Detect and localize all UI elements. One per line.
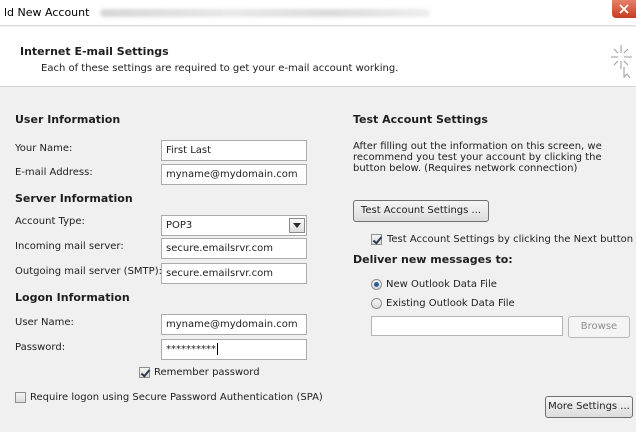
- more-settings-button[interactable]: More Settings ...: [545, 396, 633, 418]
- close-icon: [619, 4, 629, 14]
- password-input[interactable]: **********: [161, 339, 307, 360]
- password-label: Password:: [15, 342, 66, 353]
- browse-button[interactable]: Browse: [568, 316, 630, 338]
- require-spa-label: Require logon using Secure Password Auth…: [30, 392, 323, 403]
- outgoing-server-input[interactable]: secure.emailsrvr.com: [161, 263, 307, 284]
- remember-password-label: Remember password: [154, 367, 260, 378]
- password-masked-value: **********: [166, 344, 216, 355]
- user-information-heading: User Information: [15, 113, 121, 126]
- user-name-label: User Name:: [15, 317, 74, 328]
- logon-information-heading: Logon Information: [15, 291, 130, 304]
- account-type-value: POP3: [166, 220, 193, 231]
- data-file-path-input[interactable]: [371, 316, 563, 336]
- text-caret: [217, 343, 218, 355]
- settings-sparkle-icon: [611, 45, 632, 79]
- page-title: Internet E-mail Settings: [20, 45, 169, 58]
- user-name-input[interactable]: myname@mydomain.com: [161, 314, 307, 335]
- account-type-dropdown-button[interactable]: [289, 218, 305, 233]
- require-spa-checkbox[interactable]: [15, 392, 26, 403]
- your-name-input[interactable]: First Last: [161, 140, 307, 161]
- blurred-title-region: [100, 9, 430, 17]
- your-name-label: Your Name:: [15, 143, 73, 154]
- remember-password-checkbox[interactable]: [139, 367, 150, 378]
- existing-outlook-data-file-label: Existing Outlook Data File: [386, 298, 515, 309]
- page-subtitle: Each of these settings are required to g…: [41, 63, 399, 74]
- account-type-label: Account Type:: [15, 216, 85, 227]
- outgoing-server-label: Outgoing mail server (SMTP):: [15, 266, 162, 277]
- incoming-server-input[interactable]: secure.emailsrvr.com: [161, 238, 307, 259]
- email-address-input[interactable]: myname@mydomain.com: [161, 164, 307, 185]
- chevron-down-icon: [293, 223, 301, 228]
- deliver-messages-heading: Deliver new messages to:: [353, 253, 513, 266]
- account-type-select[interactable]: POP3: [161, 215, 307, 236]
- incoming-server-label: Incoming mail server:: [15, 241, 124, 252]
- dialog-header: Internet E-mail Settings Each of these s…: [0, 27, 636, 87]
- server-information-heading: Server Information: [15, 192, 133, 205]
- test-settings-description: After filling out the information on thi…: [353, 141, 602, 174]
- auto-test-label: Test Account Settings by clicking the Ne…: [387, 234, 634, 245]
- title-bar: ld New Account: [0, 0, 636, 26]
- test-account-settings-button[interactable]: Test Account Settings ...: [353, 200, 489, 222]
- new-outlook-data-file-radio[interactable]: [371, 279, 382, 290]
- auto-test-checkbox[interactable]: [371, 234, 382, 245]
- close-button[interactable]: [612, 0, 636, 18]
- test-account-settings-heading: Test Account Settings: [353, 113, 488, 126]
- window-title: ld New Account: [4, 6, 90, 19]
- new-outlook-data-file-label: New Outlook Data File: [386, 279, 497, 290]
- existing-outlook-data-file-radio[interactable]: [371, 298, 382, 309]
- email-address-label: E-mail Address:: [15, 167, 93, 178]
